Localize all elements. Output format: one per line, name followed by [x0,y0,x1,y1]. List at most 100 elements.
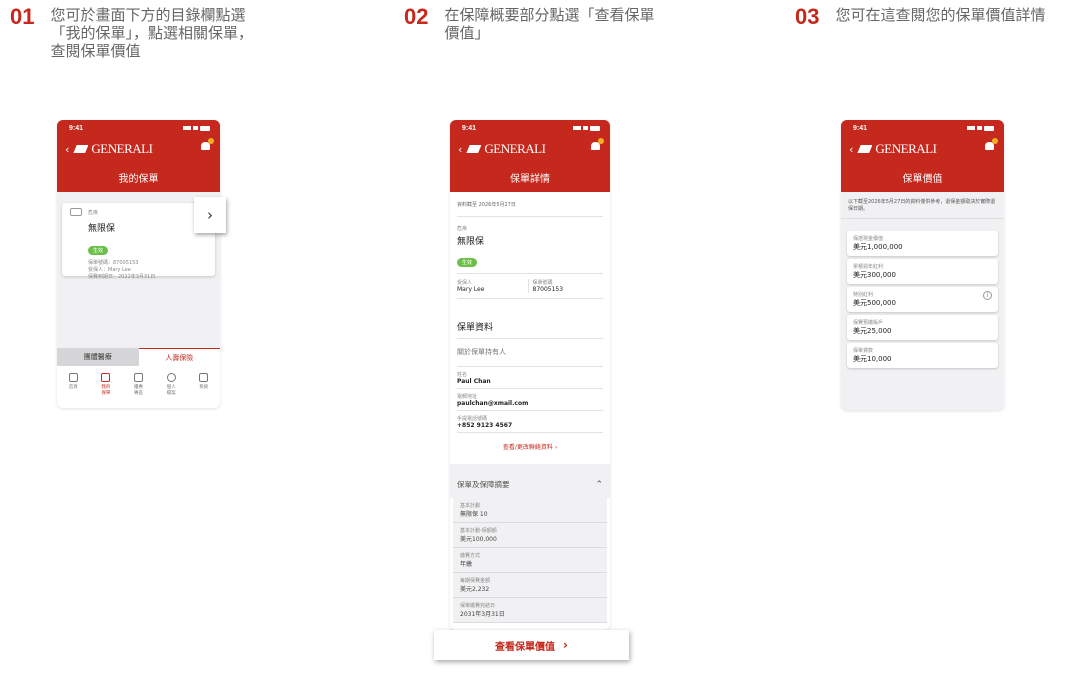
status-icons [183,125,210,131]
status-bar: 9:41 [57,120,220,136]
phone-my-policies: 9:41 ‹ GENERALI 我的保單 危疾 無限保 生效 保單號碼：8700… [57,120,220,408]
value-label: 累積週年紅利 [853,264,884,270]
value-amount: 美元10,000 [853,355,892,363]
status-time: 9:41 [853,124,868,132]
summary-value: 無限保 10 [460,511,488,518]
holder-phone: +852 9123 4567 [457,422,513,429]
nav-offers[interactable]: 優惠 專區 [124,373,152,408]
policy-card[interactable]: 危疾 無限保 生效 保單號碼：87005153 受保人：Mary Lee 保費到… [62,203,215,280]
lion-icon [857,145,873,153]
field-label: 電郵地址 [457,394,478,400]
field-label: 手提電話號碼 [457,416,488,422]
summary-value: 美元100,000 [460,536,497,543]
bell-icon[interactable] [201,138,214,151]
view-policy-value-label: 查看保單價值 [495,641,556,653]
summary-header[interactable]: 保單及保障摘要 ⌃ [453,472,607,498]
back-icon[interactable]: ‹ [849,144,853,155]
chevron-right-icon[interactable]: › [194,197,226,233]
view-policy-value-button[interactable]: 查看保單價值 › [434,630,629,660]
nav-label: 我的 保單 [101,385,111,396]
phone-policy-value: 9:41 ‹ GENERALI 保單價值 以下截至2026年5月27日的資料僅供… [841,120,1004,410]
edit-contact-link[interactable]: 查看/更改聯絡資料 › [450,433,610,464]
bell-icon[interactable] [591,138,604,151]
step-line: 價值」 [444,24,490,42]
step-number: 02 [404,4,429,29]
tab-group-medical[interactable]: 團體醫療 [57,348,139,366]
bottom-nav: 首頁 我的 保單 優惠 專區 個人 檔案 系統 [57,366,220,408]
back-icon[interactable]: ‹ [65,144,69,155]
policy-name: 無限保 [88,224,116,234]
as-of-date: 資料截至 2026年5月27日 [457,202,516,208]
step-line: 「我的保單」，點選相關保單， [50,24,253,42]
bell-icon[interactable] [985,138,998,151]
lion-icon [73,145,89,153]
holder-name: Paul Chan [457,378,491,385]
step-line: 您可於畫面下方的目錄欄點選 [50,6,246,24]
brand-row: ‹ GENERALI [57,136,220,162]
wallet-icon [133,373,143,382]
status-bar: 9:41 [841,120,1004,136]
step-01: 01 您可於畫面下方的目錄欄點選 「我的保單」，點選相關保單， 查閱保單價值 [10,4,253,61]
policy-type-label: 危疾 [88,210,99,216]
nav-my-policies[interactable]: 我的 保單 [92,373,120,408]
app-header: 9:41 ‹ GENERALI 保單價值 [841,120,1004,192]
value-amount: 美元25,000 [853,327,892,335]
summary-value: 美元2,232 [460,586,490,593]
tab-life-insurance[interactable]: 人壽保險 [138,348,220,366]
policy-meta: 保單號碼：87005153 受保人：Mary Lee 保費到期日：2022年3月… [88,260,207,281]
value-label: 保費預繳賬戶 [853,320,884,326]
status-icons [967,125,994,131]
step-02: 02 在保障概要部分點選「查看保單 價值」 [404,4,655,43]
summary-value: 2031年3月31日 [460,611,505,618]
status-bar: 9:41 [450,120,610,136]
insured-label: 受保人 [457,280,473,286]
edit-contact-label: 查看/更改聯絡資料 [502,444,553,451]
chat-icon [199,373,209,382]
summary-title: 保單及保障摘要 [457,480,510,489]
nav-profile[interactable]: 個人 檔案 [157,373,185,408]
nav-label: 系統 [199,385,209,390]
chevron-right-icon: › [554,444,558,451]
policy-tabs: 團體醫療 人壽保險 [57,348,220,366]
step-number: 03 [795,4,820,29]
step-number: 01 [10,4,35,29]
value-card: 保單貸款 美元10,000 [847,343,998,368]
value-amount: 美元1,000,000 [853,243,903,251]
page-title: 保單價值 [902,173,943,185]
summary-label: 繳費方式 [460,553,481,559]
nav-label: 首頁 [68,385,78,390]
insured-name: Mary Lee [457,286,485,293]
info-icon[interactable]: i [983,291,992,300]
chevron-right-icon: › [563,638,568,652]
policy-type: 危疾 [70,208,207,216]
value-card: 累積週年紅利 美元300,000 [847,259,998,284]
step-description: 在保障概要部分點選「查看保單 價值」 [444,6,654,42]
summary-label: 保單繳費完結日 [460,603,496,609]
holder-title: 關於保單持有人 [457,348,506,356]
step-line: 您可在這查閱您的保單價值詳情 [835,6,1046,24]
lion-icon [466,145,482,153]
policy-number: 保單號碼：87005153 [88,260,139,266]
value-card: 保證現金價值 美元1,000,000 [847,231,998,256]
page-title: 保單詳情 [510,173,550,185]
policy-name: 無限保 [457,237,485,247]
status-time: 9:41 [462,124,477,132]
phone-policy-details: 9:41 ‹ GENERALI 保單詳情 資料截至 2026年5月27日 危疾 … [450,120,610,630]
value-card: 保費預繳賬戶 美元25,000 [847,315,998,340]
policy-number: 87005153 [532,286,564,293]
nav-home[interactable]: 首頁 [59,373,87,408]
app-header: 9:41 ‹ GENERALI 我的保單 [57,120,220,192]
nav-system[interactable]: 系統 [190,373,218,408]
section-title-policy-info: 保單資料 [457,323,494,333]
brand-text: GENERALI [484,141,546,156]
step-03: 03 您可在這查閱您的保單價值詳情 [795,6,1046,28]
chevron-up-icon: ⌃ [595,479,603,490]
back-icon[interactable]: ‹ [458,144,462,155]
status-icons [573,125,600,131]
step-line: 查閱保單價值 [50,42,141,60]
field-label: 姓名 [457,372,468,378]
app-header: 9:41 ‹ GENERALI 保單詳情 [450,120,610,192]
status-time: 9:41 [69,124,84,132]
generali-logo: GENERALI [466,141,546,157]
policy-number-label: 保單號碼 [532,280,553,286]
